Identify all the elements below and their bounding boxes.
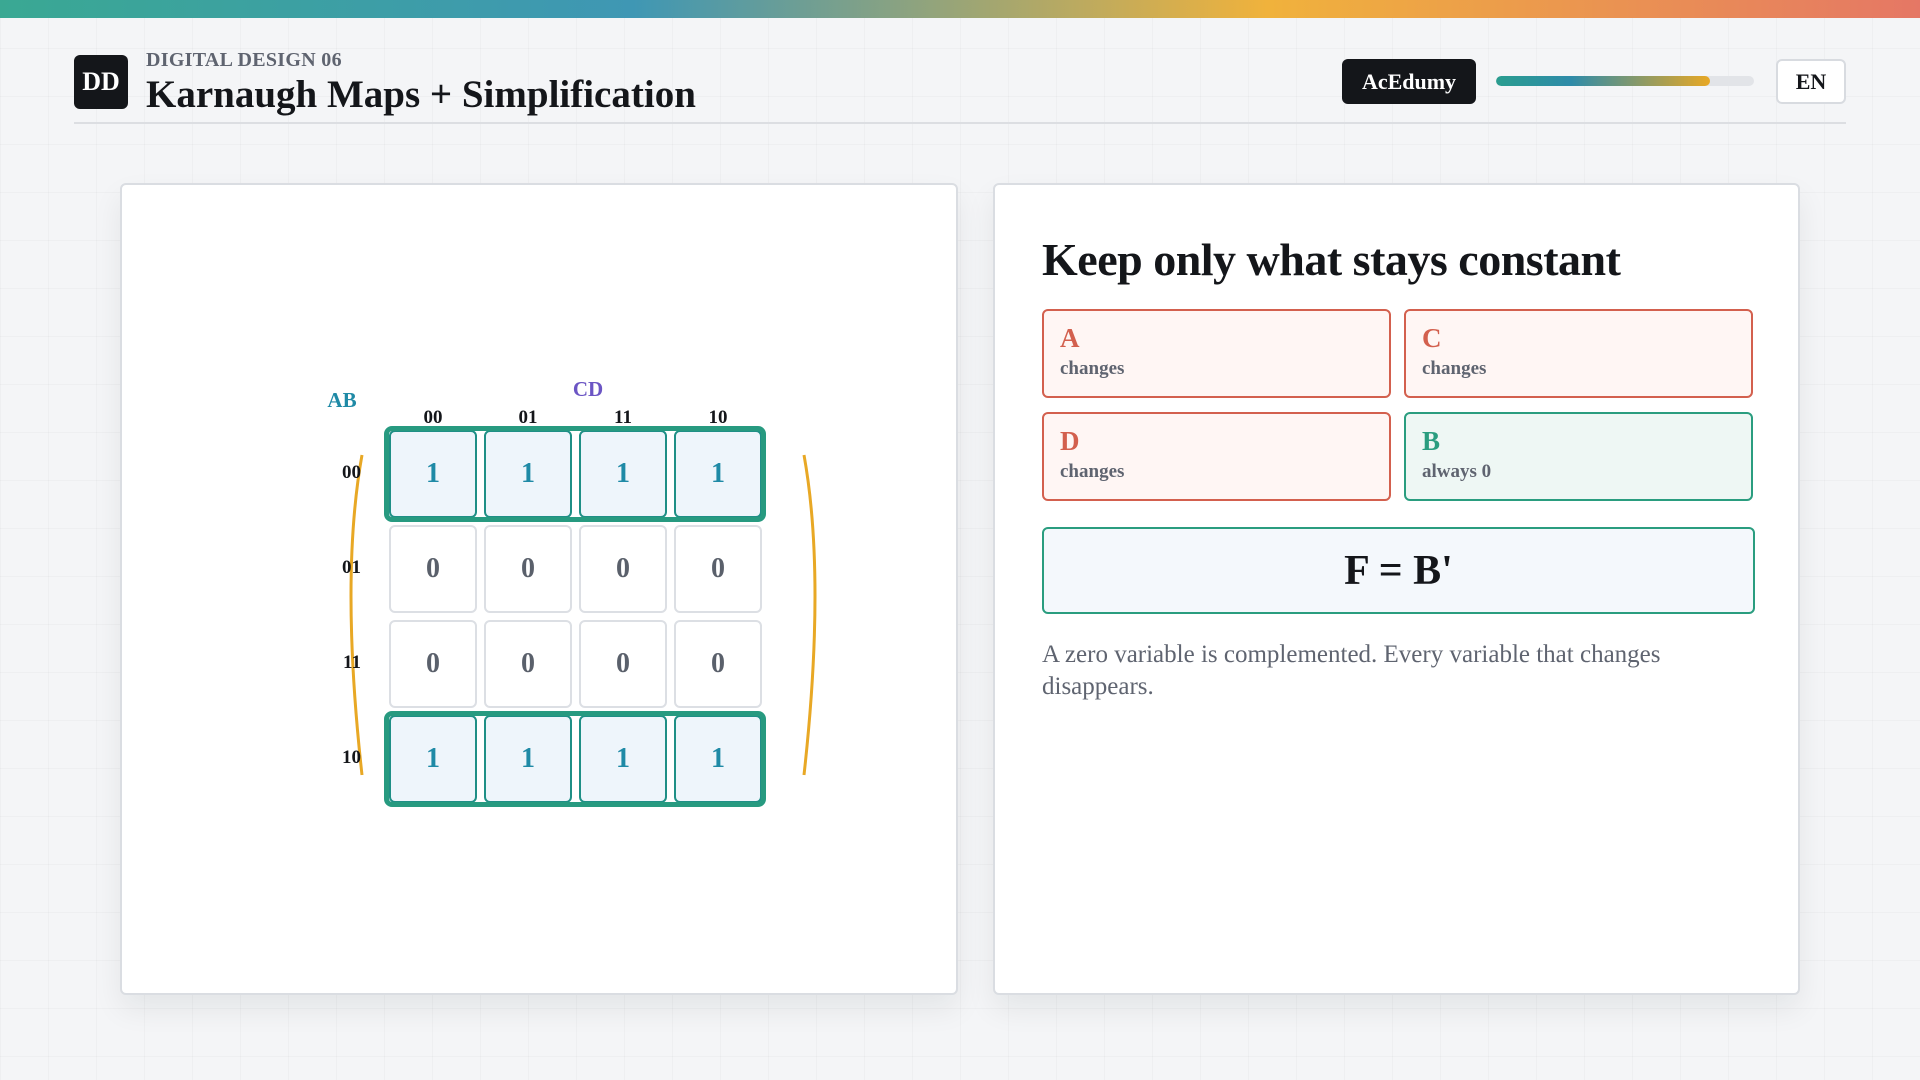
simplified-formula: F = B' <box>1042 527 1755 614</box>
lesson-progress-bar <box>1496 76 1754 86</box>
explanation-note: A zero variable is complemented. Every v… <box>1042 641 1661 700</box>
page-header: DD DIGITAL DESIGN 06 Karnaugh Maps + Sim… <box>74 48 1846 124</box>
column-label: 11 <box>614 407 632 428</box>
course-logo: DD <box>74 55 128 109</box>
kmap-cell[interactable]: 0 <box>389 620 477 708</box>
kmap-cell[interactable]: 0 <box>674 620 762 708</box>
variable-name: B <box>1422 426 1441 456</box>
variable-card-a: A changes <box>1042 309 1391 398</box>
kmap-cell[interactable]: 1 <box>389 430 477 518</box>
variable-status: changes <box>1060 358 1125 379</box>
page-title: Karnaugh Maps + Simplification <box>146 73 696 116</box>
kmap-cell[interactable]: 0 <box>579 620 667 708</box>
kmap-cell[interactable]: 1 <box>674 715 762 803</box>
kmap-cell[interactable]: 1 <box>389 715 477 803</box>
column-label: 10 <box>708 407 728 428</box>
karnaugh-map: AB CD 00 01 11 10 00 01 11 10 1 1 1 1 0 0 0 0 0 0 0 0 1 1 1 1 <box>122 185 960 997</box>
row-label: 11 <box>343 652 361 673</box>
row-label: 01 <box>342 557 361 578</box>
row-label: 10 <box>342 747 361 768</box>
kmap-cell[interactable]: 0 <box>484 620 572 708</box>
column-label: 00 <box>423 407 443 428</box>
kmap-cell[interactable]: 0 <box>579 525 667 613</box>
language-button[interactable]: EN <box>1776 59 1846 104</box>
variable-name: C <box>1422 323 1442 353</box>
kmap-panel: AB CD 00 01 11 10 00 01 11 10 1 1 1 1 0 0 0 0 0 0 0 0 1 1 1 1 <box>120 183 958 995</box>
kmap-cell[interactable]: 1 <box>674 430 762 518</box>
top-accent-bar <box>0 0 1920 18</box>
kmap-cell[interactable]: 0 <box>674 525 762 613</box>
variable-name: D <box>1060 426 1080 456</box>
column-label: 01 <box>518 407 538 428</box>
row-label: 00 <box>342 462 361 483</box>
row-variable-label: AB <box>327 388 357 412</box>
kmap-cell[interactable]: 1 <box>484 715 572 803</box>
variable-name: A <box>1060 323 1080 353</box>
variable-card-b: B always 0 <box>1404 412 1753 501</box>
lesson-progress-fill <box>1496 76 1711 86</box>
explanation-title: Keep only what stays constant <box>1042 234 1621 285</box>
variable-card-c: C changes <box>1404 309 1753 398</box>
variable-status: changes <box>1422 358 1487 379</box>
kmap-cell[interactable]: 1 <box>484 430 572 518</box>
kmap-cell[interactable]: 0 <box>484 525 572 613</box>
kmap-cell[interactable]: 0 <box>389 525 477 613</box>
variable-status: changes <box>1060 461 1125 482</box>
explanation-panel: Keep only what stays constant A changes … <box>993 183 1800 995</box>
variable-card-d: D changes <box>1042 412 1391 501</box>
wrap-arc-right <box>802 454 817 776</box>
wrap-arc-left <box>349 454 364 776</box>
variable-status: always 0 <box>1422 461 1492 482</box>
brand-badge[interactable]: AcEdumy <box>1342 59 1476 104</box>
column-variable-label: CD <box>572 377 604 401</box>
kmap-cell[interactable]: 1 <box>579 430 667 518</box>
course-eyebrow: DIGITAL DESIGN 06 <box>146 49 342 71</box>
kmap-cell[interactable]: 1 <box>579 715 667 803</box>
